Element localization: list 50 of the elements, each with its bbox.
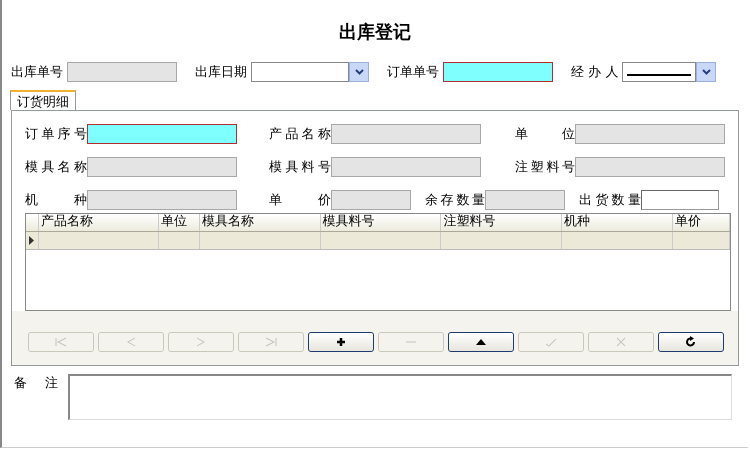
input-field[interactable] [87,124,237,144]
field-label: 模具名称 [25,159,87,176]
check-icon [544,336,558,348]
input-field[interactable] [575,157,725,177]
plus-icon [334,336,348,348]
last-record-icon [264,336,278,348]
tab[interactable]: 订货明细 [10,90,76,110]
row-pointer-icon [29,236,34,245]
window-title: 出库登记 [338,21,412,45]
input-field[interactable] [87,190,237,210]
input-field[interactable] [87,157,237,177]
input-field[interactable] [485,190,565,210]
refresh-icon [684,336,698,348]
input-field[interactable] [443,62,553,82]
input-field[interactable] [67,62,177,82]
column-header[interactable]: 模具料号 [320,214,442,231]
column-header[interactable]: 机种 [562,214,674,231]
field-label: 单 价 [269,192,331,209]
add-button[interactable] [308,332,374,352]
field-label: 单 位 [515,126,575,143]
column-header[interactable]: 注塑料号 [441,214,562,231]
selection-line [627,74,692,76]
column-header[interactable]: 模具名称 [200,214,321,231]
field-label: 注塑料号 [515,159,575,176]
input-field[interactable] [641,190,719,210]
column-header[interactable]: 产品名称 [38,214,159,231]
text-area[interactable] [68,374,732,420]
column-header[interactable]: 单位 [158,214,200,231]
input-field[interactable] [331,190,411,210]
input-field[interactable] [575,124,725,144]
edit-button[interactable] [448,332,514,352]
field-label: 余存数量 [425,192,485,209]
field-label: 订单序号 [25,126,87,143]
dropdown[interactable] [622,62,716,82]
input-field[interactable] [331,124,481,144]
field-label: 出货数量 [579,192,641,209]
field-label: 订单单号 [387,64,439,81]
field-label: 出库日期 [195,64,247,81]
field-label: 产品名称 [269,126,331,143]
field-label: 经 办 人 [571,64,618,81]
cross-icon [614,336,628,348]
field-label: 机 种 [25,192,87,209]
first-record-icon [54,336,68,348]
field-label: 出库单号 [11,64,63,81]
input-field[interactable] [331,157,481,177]
field-label: 模具料号 [269,159,331,176]
refresh-button[interactable] [658,332,724,352]
date-picker[interactable] [251,62,369,82]
field-label: 备 注 [14,375,58,393]
column-header[interactable]: 单价 [673,214,730,231]
